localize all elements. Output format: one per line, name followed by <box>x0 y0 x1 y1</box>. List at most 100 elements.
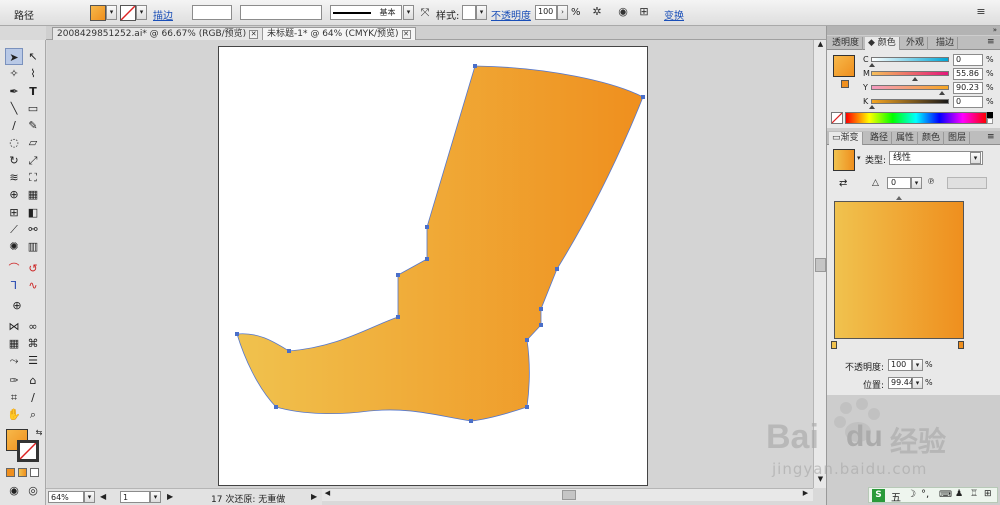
recolor-icon[interactable]: ✲ <box>590 5 604 19</box>
selection-tool-icon[interactable]: ➤ <box>5 48 23 65</box>
anchor-add-icon[interactable]: ⌒ <box>5 260 23 277</box>
gradient-type-select[interactable]: 线性 <box>889 151 983 165</box>
opacity-link[interactable]: 不透明度 <box>491 7 531 22</box>
tab-appearance[interactable]: 外观 <box>903 37 929 50</box>
node-tool-icon[interactable]: ⤳ <box>5 352 23 369</box>
style-dropdown-icon[interactable]: ▾ <box>476 5 487 20</box>
blob-brush-icon[interactable]: ◌ <box>5 134 23 151</box>
align-grid-icon[interactable]: ⊞ <box>637 5 651 19</box>
zoom-tool-icon[interactable]: ⌕ <box>24 406 42 423</box>
arrange-icon[interactable]: ⤧ <box>418 6 432 20</box>
tab-document-1[interactable]: 2008429851252.ai* @ 66.67% (RGB/预览) ✕ <box>52 27 264 40</box>
ime-grid-icon[interactable]: ⊞ <box>984 489 992 499</box>
stroke-style-dropdown-icon[interactable]: ▾ <box>403 5 414 20</box>
gradient-mode-icon[interactable] <box>18 468 27 477</box>
type-tool-icon[interactable]: T <box>24 83 42 100</box>
zoom-field[interactable]: 64% <box>48 491 84 503</box>
channel-m-input[interactable]: 55.86 <box>953 68 983 80</box>
tab-layers[interactable]: 图层 <box>945 132 971 145</box>
channel-k-thumb[interactable] <box>869 105 875 109</box>
list-tool-icon[interactable]: ☰ <box>24 352 42 369</box>
tab-attributes[interactable]: 属性 <box>893 132 919 145</box>
scissors-icon[interactable]: ⅂ <box>5 277 23 294</box>
magic-wand-icon[interactable]: ✧ <box>5 65 23 82</box>
pen-tool-icon[interactable]: ✒ <box>5 83 23 100</box>
direct-selection-tool-icon[interactable]: ↖ <box>24 48 42 65</box>
stroke-color-box[interactable] <box>17 440 39 462</box>
shape-builder-icon[interactable]: ⊕ <box>5 186 23 203</box>
stop-location-dropdown-icon[interactable]: ▾ <box>912 377 923 389</box>
ime-user-icon[interactable]: ♟ <box>955 489 963 499</box>
boot-path[interactable] <box>236 65 644 422</box>
variable-width-field[interactable] <box>240 5 322 20</box>
scale-tool-icon[interactable]: ⤢ <box>24 152 42 169</box>
status-menu-icon[interactable]: ▶ <box>311 492 317 501</box>
mesh-tool-icon[interactable]: ⊞ <box>5 204 23 221</box>
first-page-icon[interactable]: ◀ <box>100 492 106 501</box>
color-fill-swatch[interactable] <box>833 55 855 77</box>
channel-k-input[interactable]: 0 <box>953 96 983 108</box>
zoom-dropdown-icon[interactable]: ▾ <box>84 491 95 503</box>
scroll-right-icon[interactable]: ▶ <box>800 489 811 500</box>
gradient-type-dropdown-icon[interactable]: ▾ <box>970 152 981 164</box>
eyedropper-icon[interactable]: ⟋ <box>5 221 23 238</box>
panel-options-icon[interactable]: ≡ <box>987 37 995 47</box>
scroll-up-icon[interactable]: ▲ <box>815 40 826 51</box>
channel-k-slider[interactable] <box>871 99 949 104</box>
crosshair-icon[interactable]: ⊕ <box>8 297 26 314</box>
none-color-icon[interactable] <box>831 112 843 124</box>
globe-icon[interactable]: ◉ <box>616 5 630 19</box>
opacity-dropdown-icon[interactable]: › <box>557 5 568 20</box>
channel-y-thumb[interactable] <box>939 91 945 95</box>
collapse-panels-icon[interactable]: » <box>827 26 1000 35</box>
symbol-sprayer-icon[interactable]: ✺ <box>5 238 23 255</box>
gradient-stop-left[interactable] <box>831 341 837 349</box>
horizontal-scrollbar[interactable]: ◀ ▶ <box>322 488 813 501</box>
opacity-input[interactable]: 100 <box>535 5 557 20</box>
width-tool-icon[interactable]: ⌘ <box>24 335 42 352</box>
smooth-tool-icon[interactable]: ∿ <box>24 277 42 294</box>
artboard-tool-icon[interactable]: ⋈ <box>5 318 23 335</box>
white-swatch[interactable] <box>987 118 993 124</box>
ime-shirt-icon[interactable]: ♖ <box>970 489 978 499</box>
ime-logo-icon[interactable]: S <box>872 489 885 502</box>
fill-dropdown-icon[interactable]: ▾ <box>106 5 117 20</box>
page-field[interactable]: 1 <box>120 491 150 503</box>
none-mode-icon[interactable] <box>30 468 39 477</box>
vertical-scroll-thumb[interactable] <box>815 258 826 272</box>
knife-tool-icon[interactable]: ∕ <box>24 389 42 406</box>
tab-gradient[interactable]: ▭渐变 <box>829 132 863 145</box>
slice-tool-icon[interactable]: ∞ <box>24 318 42 335</box>
aspect-ratio-input[interactable] <box>947 177 987 189</box>
gradient-options-icon[interactable]: ≡ <box>987 132 995 142</box>
channel-c-thumb[interactable] <box>869 63 875 67</box>
tab-color[interactable]: ◆ 颜色 <box>865 37 900 50</box>
lasso-icon[interactable]: ⌇ <box>24 65 42 82</box>
gradient-ramp[interactable] <box>834 201 964 339</box>
out-of-gamut-icon[interactable] <box>841 80 849 88</box>
stroke-swatch[interactable] <box>120 5 136 21</box>
swap-colors-icon[interactable]: ⇆ <box>30 424 48 441</box>
close-icon[interactable]: ✕ <box>249 30 259 39</box>
gradient-preset-dropdown-icon[interactable]: ▾ <box>857 154 861 162</box>
stop-location-input[interactable]: 99.44 <box>888 377 914 389</box>
page-dropdown-icon[interactable]: ▾ <box>150 491 161 503</box>
fill-swatch[interactable] <box>90 5 106 21</box>
rotate-tool-icon[interactable]: ↻ <box>5 152 23 169</box>
horizontal-scroll-thumb[interactable] <box>562 490 576 500</box>
transform-link[interactable]: 变换 <box>664 7 684 22</box>
stroke-link[interactable]: 描边 <box>153 7 173 22</box>
midpoint-diamond-icon[interactable] <box>896 196 902 200</box>
eraser-icon[interactable]: ▱ <box>24 134 42 151</box>
stop-opacity-input[interactable]: 100 <box>888 359 912 371</box>
channel-c-input[interactable]: 0 <box>953 54 983 66</box>
eyedropper-2-icon[interactable]: ✑ <box>5 372 23 389</box>
column-graph-icon[interactable]: ▦ <box>5 335 23 352</box>
style-swatch-field[interactable] <box>462 5 476 20</box>
tab-paths[interactable]: 路径 <box>867 132 893 145</box>
reverse-gradient-icon[interactable]: ⇄ <box>839 178 847 189</box>
gradient-angle-input[interactable]: 0 <box>887 177 911 189</box>
tab-document-2[interactable]: 未标题-1* @ 64% (CMYK/预览) ✕ <box>262 27 416 40</box>
pencil-icon[interactable]: ✎ <box>24 117 42 134</box>
blend-tool-icon[interactable]: ⚯ <box>24 221 42 238</box>
